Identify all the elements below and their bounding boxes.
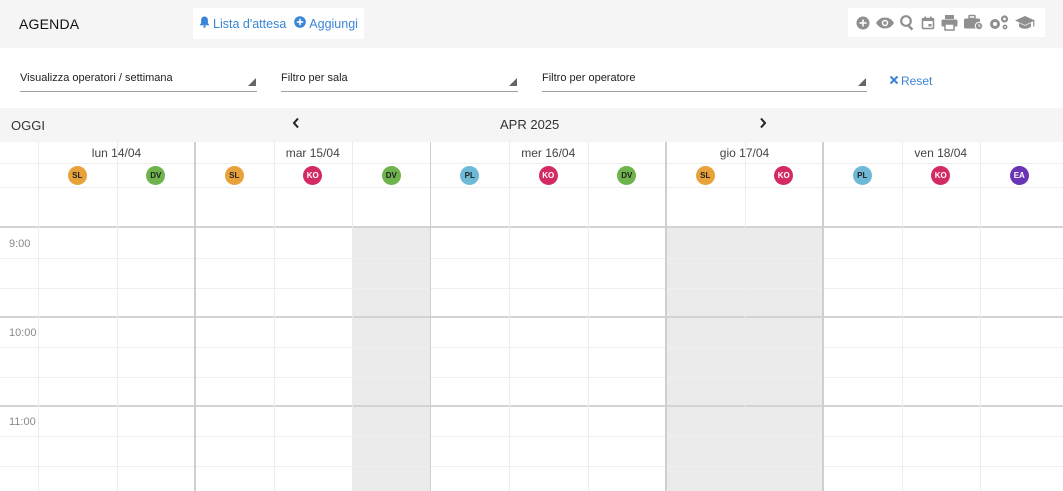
day-header[interactable]: ven 18/04 xyxy=(823,146,1059,160)
header-actions: Lista d'attesa Aggiungi xyxy=(193,8,364,39)
day-divider xyxy=(194,142,196,491)
grid-line xyxy=(0,377,1063,378)
grid-line xyxy=(352,142,353,491)
grid-line xyxy=(0,316,1063,318)
time-label: 10:00 xyxy=(9,327,37,339)
eye-icon[interactable] xyxy=(875,15,895,31)
day-divider xyxy=(429,142,431,491)
operator-avatar[interactable]: KO xyxy=(303,166,323,185)
toolbar xyxy=(848,8,1045,37)
grid-line xyxy=(901,142,903,491)
print-icon[interactable] xyxy=(940,14,959,31)
operator-avatar[interactable]: DV xyxy=(381,166,401,185)
unavailable-slot xyxy=(744,228,823,491)
grid-line xyxy=(980,142,981,491)
time-label: 11:00 xyxy=(9,416,36,428)
add-label: Aggiungi xyxy=(309,16,358,31)
grid-line xyxy=(38,142,39,491)
grid-line xyxy=(744,142,746,491)
day-header[interactable]: mer 16/04 xyxy=(431,146,667,160)
operator-avatar[interactable]: EA xyxy=(1009,166,1029,185)
unavailable-slot xyxy=(352,228,431,491)
grid-line xyxy=(273,142,275,491)
operator-avatar[interactable]: KO xyxy=(538,166,558,185)
current-period: APR 2025 xyxy=(500,117,560,132)
add-button[interactable]: Aggiungi xyxy=(294,16,358,31)
operator-avatar[interactable]: PL xyxy=(460,166,480,185)
grid-line xyxy=(509,142,510,491)
grid-line xyxy=(0,187,1063,188)
today-button[interactable]: OGGI xyxy=(11,118,45,133)
operator-avatar[interactable]: PL xyxy=(852,166,872,185)
day-divider xyxy=(822,142,824,491)
chevron-right-icon[interactable] xyxy=(759,116,767,132)
calendar-nav: OGGI APR 2025 xyxy=(0,108,1063,142)
view-select[interactable]: Visualizza operatori / settimana xyxy=(20,66,257,92)
grid-line xyxy=(0,163,1063,164)
operator-avatar[interactable]: SL xyxy=(695,166,715,185)
time-label: 9:00 xyxy=(9,238,31,250)
room-filter-select[interactable]: Filtro per sala xyxy=(281,66,518,92)
grid-line xyxy=(116,142,118,491)
bell-icon xyxy=(199,16,210,31)
day-divider xyxy=(665,142,667,491)
search-icon[interactable] xyxy=(899,14,916,31)
plus-circle-icon xyxy=(294,16,307,31)
dropdown-arrow-icon xyxy=(509,78,517,86)
day-header[interactable]: gio 17/04 xyxy=(666,146,823,160)
filter-bar: Visualizza operatori / settimana Filtro … xyxy=(0,48,1063,108)
room-filter-placeholder: Filtro per sala xyxy=(281,72,348,84)
close-icon xyxy=(889,74,899,88)
chevron-left-icon[interactable] xyxy=(292,116,300,132)
grid-line xyxy=(0,466,1063,467)
unavailable-slot xyxy=(666,228,745,491)
graduation-cap-icon[interactable] xyxy=(1014,15,1036,31)
grid-line xyxy=(0,405,1063,407)
calendar-icon[interactable] xyxy=(920,15,936,31)
view-select-value: Visualizza operatori / settimana xyxy=(20,72,173,84)
grid-line xyxy=(0,226,1063,228)
day-header[interactable]: lun 14/04 xyxy=(38,146,195,160)
briefcase-clock-icon[interactable] xyxy=(963,14,984,31)
waitlist-button[interactable]: Lista d'attesa xyxy=(199,16,286,31)
operator-avatar[interactable]: SL xyxy=(224,166,244,185)
operator-filter-placeholder: Filtro per operatore xyxy=(542,72,636,84)
dropdown-arrow-icon xyxy=(248,78,256,86)
grid-line xyxy=(0,436,1063,437)
reset-button[interactable]: Reset xyxy=(889,74,932,88)
operator-avatar[interactable]: DV xyxy=(146,166,166,185)
gears-icon[interactable] xyxy=(988,14,1010,31)
calendar-grid: lun 14/04 SL DV mar 15/04 SL KO DV mer 16/04 PL K… xyxy=(0,142,1063,491)
operator-avatar[interactable]: KO xyxy=(931,166,951,185)
waitlist-label: Lista d'attesa xyxy=(213,16,287,31)
reset-label: Reset xyxy=(901,74,933,88)
dropdown-arrow-icon xyxy=(858,78,866,86)
operator-avatar[interactable]: DV xyxy=(617,166,637,185)
operator-avatar[interactable]: SL xyxy=(67,166,87,185)
add-circle-icon[interactable] xyxy=(855,15,871,31)
header-bar: AGENDA Lista d'attesa Aggiungi xyxy=(0,0,1063,48)
operator-avatar[interactable]: KO xyxy=(774,166,794,185)
operator-filter-select[interactable]: Filtro per operatore xyxy=(542,66,867,92)
grid-line xyxy=(587,142,589,491)
grid-line xyxy=(0,258,1063,259)
grid-line xyxy=(0,347,1063,348)
grid-line xyxy=(0,288,1063,289)
day-header[interactable]: mar 15/04 xyxy=(195,146,431,160)
page-title: AGENDA xyxy=(19,16,80,32)
